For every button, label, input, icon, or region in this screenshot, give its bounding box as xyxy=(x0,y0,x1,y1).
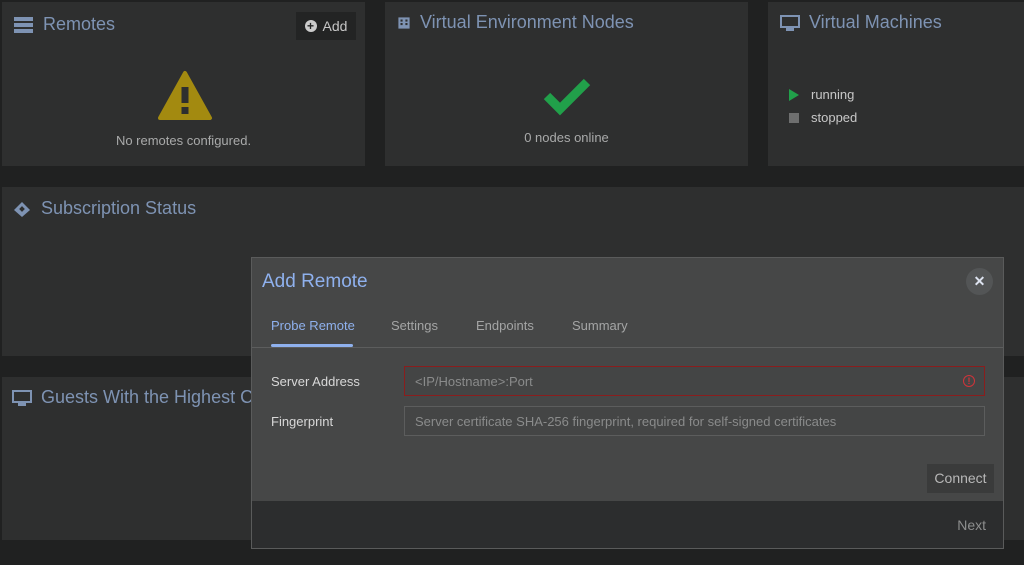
stop-icon xyxy=(789,112,799,123)
stopped-label: stopped xyxy=(811,110,858,125)
tab-endpoints[interactable]: Endpoints xyxy=(476,318,534,333)
fingerprint-placeholder: Server certificate SHA-256 fingerprint, … xyxy=(415,414,837,429)
remotes-title: Remotes xyxy=(14,14,115,35)
check-icon xyxy=(543,78,591,116)
server-address-label: Server Address xyxy=(271,374,360,389)
tabs-divider xyxy=(252,347,1003,348)
monitor-icon xyxy=(12,389,32,406)
next-button[interactable]: Next xyxy=(957,517,986,533)
fingerprint-label: Fingerprint xyxy=(271,414,334,429)
running-label: running xyxy=(811,87,855,102)
play-icon xyxy=(789,88,799,101)
vm-legend-running: running xyxy=(789,87,854,102)
close-button[interactable]: ✕ xyxy=(966,268,993,295)
monitor-icon xyxy=(780,14,800,31)
server-address-input[interactable]: <IP/Hostname>:Port ! xyxy=(404,366,985,396)
vms-title-text: Virtual Machines xyxy=(809,12,942,32)
warning-icon xyxy=(158,71,212,120)
server-icon xyxy=(14,16,33,33)
nodes-status: 0 nodes online xyxy=(524,130,609,145)
remotes-panel: Remotes + Add No remotes configured. xyxy=(2,2,365,166)
add-label: Add xyxy=(322,18,348,34)
vm-legend-stopped: stopped xyxy=(789,110,857,125)
nodes-panel: Virtual Environment Nodes 0 nodes online xyxy=(385,2,748,166)
subscription-title-text: Subscription Status xyxy=(41,198,197,218)
server-address-placeholder: <IP/Hostname>:Port xyxy=(415,374,533,389)
fingerprint-input[interactable]: Server certificate SHA-256 fingerprint, … xyxy=(404,406,985,436)
plus-circle-icon: + xyxy=(304,20,317,32)
dialog-title: Add Remote xyxy=(262,271,368,292)
building-icon xyxy=(398,16,410,29)
ticket-icon xyxy=(14,201,30,217)
vms-title: Virtual Machines xyxy=(780,12,942,33)
add-remote-dialog: Add Remote ✕ Probe Remote Settings Endpo… xyxy=(251,257,1004,549)
connect-button[interactable]: Connect xyxy=(927,464,994,493)
tab-summary[interactable]: Summary xyxy=(572,318,628,333)
tab-probe-remote[interactable]: Probe Remote xyxy=(271,318,355,333)
vms-panel: Virtual Machines running stopped xyxy=(768,2,1024,166)
subscription-title: Subscription Status xyxy=(12,198,196,219)
error-icon: ! xyxy=(963,375,975,387)
remotes-title-text: Remotes xyxy=(43,14,116,34)
tab-settings[interactable]: Settings xyxy=(391,318,438,333)
remotes-empty-text: No remotes configured. xyxy=(115,133,252,148)
nodes-title: Virtual Environment Nodes xyxy=(397,12,634,33)
dialog-footer: Next xyxy=(252,501,1003,548)
add-remote-button[interactable]: + Add xyxy=(296,12,356,40)
nodes-title-text: Virtual Environment Nodes xyxy=(420,12,634,32)
